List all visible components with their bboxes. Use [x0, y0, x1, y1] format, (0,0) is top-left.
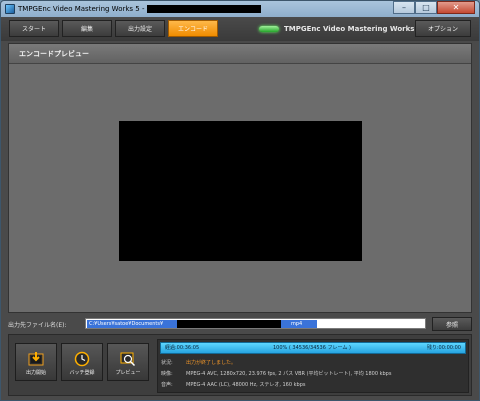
preview-label: プレビュー — [115, 370, 141, 376]
preview-button[interactable]: プレビュー — [107, 343, 149, 381]
start-output-label: 出力開始 — [25, 370, 46, 376]
path-prefix: C:¥Users¥satoe¥Documents¥ — [89, 321, 164, 327]
video-value: MPEG-4 AVC, 1280x720, 23.976 fps, 2 パス V… — [186, 371, 392, 377]
encode-status-box: 経過:00:36:05 100% ( 34536/34536 フレーム ) 残り… — [157, 339, 469, 393]
main-toolbar: スタート 編集 出力設定 エンコード TMPGEnc Video Masteri… — [1, 17, 479, 41]
maximize-button[interactable]: □ — [415, 1, 437, 14]
output-file-label: 出力先ファイル名(E): — [8, 321, 67, 329]
brand-text: TMPGEnc Video Mastering Works 5 — [284, 24, 422, 33]
status-key: 状況: — [161, 360, 173, 366]
encode-preview-panel: エンコードプレビュー — [8, 43, 472, 313]
redacted-filename — [177, 320, 281, 328]
app-window: TMPGEnc Video Mastering Works 5 - – □ ✕ … — [0, 0, 480, 401]
output-file-input[interactable]: C:¥Users¥satoe¥Documents¥ mp4 — [85, 318, 426, 329]
start-output-button[interactable]: 出力開始 — [15, 343, 57, 381]
encode-progress-bar: 経過:00:36:05 100% ( 34536/34536 フレーム ) 残り… — [160, 342, 466, 354]
tab-start[interactable]: スタート — [9, 20, 59, 37]
title-bar[interactable]: TMPGEnc Video Mastering Works 5 - – □ ✕ — [1, 1, 479, 17]
tab-output-settings[interactable]: 出力設定 — [115, 20, 165, 37]
selected-path: C:¥Users¥satoe¥Documents¥ mp4 — [87, 320, 317, 328]
close-button[interactable]: ✕ — [437, 1, 475, 14]
clock-icon — [74, 351, 90, 367]
remaining-time: 残り:00:00:00 — [426, 345, 461, 351]
window-title: TMPGEnc Video Mastering Works 5 - — [18, 5, 145, 13]
progress-percent: 100% ( 34536/34536 フレーム ) — [273, 345, 351, 351]
browse-button[interactable]: 参照 — [432, 317, 472, 331]
brand-logo: TMPGEnc Video Mastering Works 5 — [259, 21, 422, 36]
encode-control-panel: 出力開始 バッチ登録 プレビュー 経過:00:36:05 100% (3453… — [8, 334, 472, 396]
tab-edit[interactable]: 編集 — [62, 20, 112, 37]
status-row: 状況: 出力が終了しました。 — [161, 357, 466, 368]
audio-value: MPEG-4 AAC (LC), 48000 Hz, ステレオ, 160 kbp… — [186, 382, 306, 388]
video-preview — [119, 121, 362, 261]
video-key: 映像: — [161, 371, 173, 377]
batch-register-button[interactable]: バッチ登録 — [61, 343, 103, 381]
output-start-icon — [28, 351, 44, 367]
minimize-button[interactable]: – — [393, 1, 415, 14]
batch-register-label: バッチ登録 — [69, 370, 95, 376]
output-file-row: 出力先ファイル名(E): C:¥Users¥satoe¥Documents¥ m… — [8, 317, 472, 331]
video-row: 映像: MPEG-4 AVC, 1280x720, 23.976 fps, 2 … — [161, 368, 466, 379]
tab-encode[interactable]: エンコード — [168, 20, 218, 37]
panel-title: エンコードプレビュー — [9, 44, 471, 64]
app-icon — [5, 4, 15, 14]
status-value: 出力が終了しました。 — [186, 360, 237, 366]
redacted-project-name — [146, 5, 261, 13]
status-led-icon — [259, 25, 279, 32]
preview-icon — [120, 351, 136, 367]
audio-key: 音声: — [161, 382, 173, 388]
path-extension: mp4 — [291, 321, 303, 327]
options-button[interactable]: オプション — [415, 20, 471, 37]
audio-row: 音声: MPEG-4 AAC (LC), 48000 Hz, ステレオ, 160… — [161, 379, 466, 390]
elapsed-time: 経過:00:36:05 — [165, 345, 200, 351]
